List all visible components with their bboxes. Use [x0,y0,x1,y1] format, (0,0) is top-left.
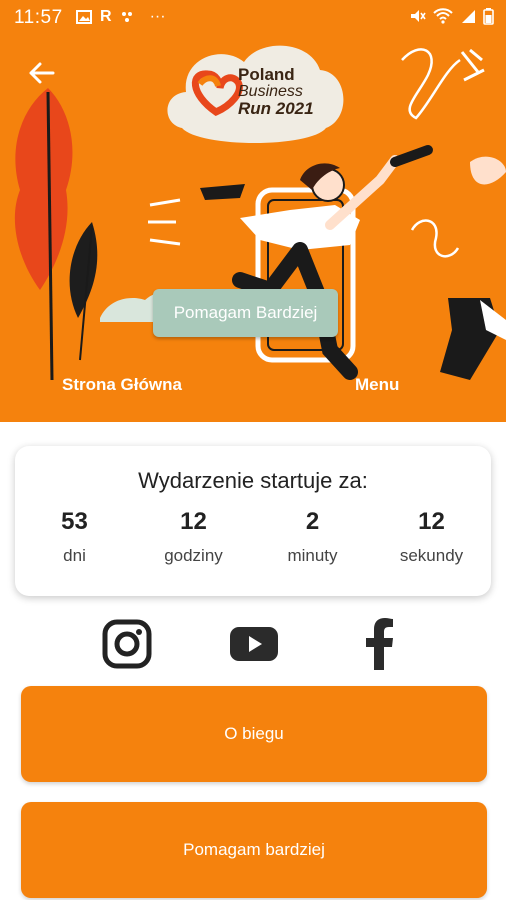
countdown-title: Wydarzenie startuje za: [138,468,368,493]
countdown-label: godziny [164,546,223,565]
youtube-icon [230,627,278,661]
nav-home-link[interactable]: Strona Główna [62,375,182,395]
image-icon [76,10,92,24]
countdown-days: 53 dni [15,508,134,566]
youtube-link[interactable] [228,616,280,672]
countdown-value: 2 [305,508,320,535]
countdown-value: 12 [180,508,207,535]
status-time: 11:57 [14,7,63,28]
about-run-button[interactable]: O biegu [21,686,487,782]
instagram-link[interactable] [100,616,154,672]
logo-text: Poland Business Run 2021 [238,66,314,117]
logo-line1: Poland [238,65,295,84]
logo-line3: Run 2021 [238,99,314,118]
arrow-left-icon [29,62,55,84]
r-icon: R [100,8,112,25]
help-more-button[interactable]: Pomagam bardziej [21,802,487,898]
nav-menu-link[interactable]: Menu [355,375,399,395]
countdown-hours: 12 godziny [134,508,253,566]
back-button[interactable] [22,54,60,92]
countdown-label: minuty [287,546,338,565]
countdown-minutes: 2 minuty [253,508,372,566]
countdown-value: 53 [61,508,88,535]
dots-icon [121,12,132,22]
countdown-label: sekundy [399,546,464,565]
wifi-icon [433,8,453,24]
facebook-link[interactable] [360,616,400,672]
countdown-value: 12 [418,508,445,535]
countdown-label: dni [63,546,86,565]
help-more-pill-button[interactable]: Pomagam Bardziej [153,289,338,337]
countdown-card: Wydarzenie startuje za: 53 dni 12 godzin… [15,446,491,596]
logo-line2: Business [238,83,303,100]
countdown-grid: 53 dni 12 godziny 2 minuty 12 sekundy [15,508,491,566]
mute-icon [411,10,426,22]
instagram-icon [102,619,152,669]
more-icon: ··· [149,8,166,25]
countdown-seconds: 12 sekundy [372,508,491,566]
facebook-icon [366,618,393,670]
signal-icon [462,10,475,23]
status-bar: 11:57 R ··· [0,0,506,34]
battery-icon [483,8,494,25]
hero-banner: 11:57 R ··· Poland Business Run 2021 Pom… [0,0,506,422]
